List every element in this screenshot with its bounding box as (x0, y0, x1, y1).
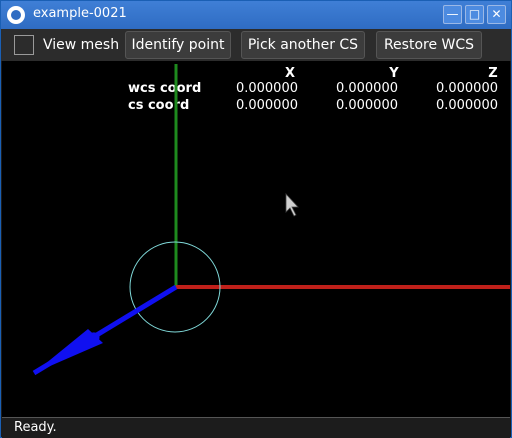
view-mesh-label[interactable]: View mesh (43, 37, 119, 53)
minimize-button[interactable]: — (443, 5, 462, 24)
toolbar: View mesh Identify point Pick another CS… (1, 29, 511, 61)
title-bar[interactable]: example-0021 — □ ✕ (1, 1, 511, 29)
restore-wcs-button[interactable]: Restore WCS (376, 31, 482, 59)
app-window: example-0021 — □ ✕ View mesh Identify po… (0, 0, 512, 438)
header-z: Z (488, 66, 497, 81)
view-mesh-checkbox[interactable] (14, 35, 34, 55)
wcs-coord-x: 0.000000 (236, 81, 298, 96)
header-y: Y (388, 66, 399, 81)
header-x: X (285, 66, 295, 81)
3d-viewport[interactable]: X Y Z wcs coord 0.000000 0.000000 0.0000… (2, 61, 510, 417)
app-logo-icon (7, 6, 25, 24)
cs-coord-z: 0.000000 (436, 98, 498, 113)
wcs-coord-y: 0.000000 (336, 81, 398, 96)
status-text: Ready. (14, 420, 57, 435)
cs-coord-label: cs coord (128, 98, 189, 113)
window-title: example-0021 (33, 6, 127, 21)
maximize-button[interactable]: □ (465, 5, 484, 24)
status-bar: Ready. (2, 417, 510, 438)
wcs-coord-label: wcs coord (128, 81, 201, 96)
identify-point-button[interactable]: Identify point (125, 31, 231, 59)
pick-another-cs-button[interactable]: Pick another CS (241, 31, 365, 59)
viewport-canvas[interactable]: X Y Z wcs coord 0.000000 0.000000 0.0000… (2, 61, 510, 417)
cs-coord-y: 0.000000 (336, 98, 398, 113)
wcs-coord-z: 0.000000 (436, 81, 498, 96)
mouse-cursor-icon (285, 192, 299, 217)
cs-coord-x: 0.000000 (236, 98, 298, 113)
close-button[interactable]: ✕ (487, 5, 506, 24)
z-axis (32, 284, 178, 376)
